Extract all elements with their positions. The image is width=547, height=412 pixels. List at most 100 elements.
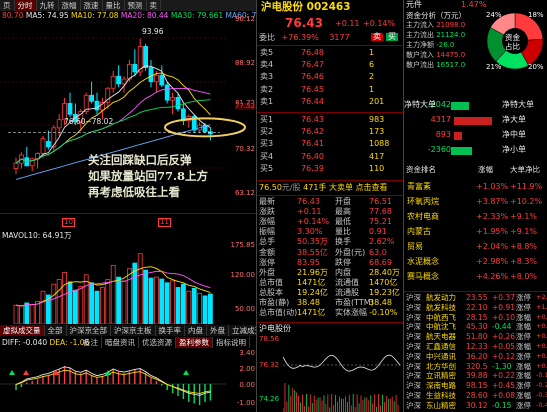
vol-tab-6[interactable]: 外盘	[207, 325, 229, 336]
tick-price: 45.30	[466, 322, 488, 332]
ma-legend-item: MA10: 77.08	[71, 11, 121, 20]
volume-bar	[202, 295, 208, 324]
sector-pct: +1.03%	[476, 182, 509, 191]
stat-label: 振幅	[259, 227, 275, 237]
tick-market: 沪深	[406, 371, 421, 381]
pie-pct-label: 20%	[528, 63, 544, 71]
order-level: 买2	[260, 127, 274, 137]
candle-body	[127, 63, 132, 80]
sector-row[interactable]: 贸易 +2.04% +8.8%	[404, 240, 547, 254]
tick-market: 沪深	[406, 293, 421, 302]
volume-bar	[180, 283, 186, 324]
fund-flow-value: -26.0	[434, 41, 455, 49]
tick-tag: 涨停	[516, 351, 531, 361]
sector-row[interactable]: 环氧丙烷 +3.87% +10.2%	[404, 195, 547, 209]
order-price: 76.40	[301, 151, 324, 161]
tick-change: +0.45	[492, 381, 515, 391]
top-tab-6[interactable]: 预测	[125, 0, 147, 11]
tick-price: 36.20	[466, 351, 488, 361]
tick-change: +0.37	[492, 293, 515, 302]
candle-body	[46, 141, 51, 148]
net-flow-name: 净特大单	[502, 100, 534, 109]
vol-tab-5[interactable]: 内盘	[185, 325, 207, 336]
macd-tabs: 备注 暗盘资讯 优选资源 盈利参数 指标说明	[80, 337, 250, 348]
top-tab-1[interactable]: 分时	[14, 0, 37, 11]
macd-tab-4[interactable]: 指标说明	[213, 337, 250, 348]
intraday-title: 沪电股份	[259, 324, 291, 333]
order-volume: 110	[369, 163, 385, 173]
stat-row: 总市值(动) 1471亿 实体涨幅 -0.10%	[257, 309, 403, 319]
top-tab-3[interactable]: 涨幅	[59, 0, 81, 11]
sell-button[interactable]: 卖	[371, 33, 383, 41]
stock-name: 沪电股份	[261, 1, 303, 13]
signal-arrow-icon	[9, 370, 15, 375]
macd-tab-3[interactable]: 盈利参数	[176, 337, 213, 348]
order-price: 76.44	[301, 96, 324, 106]
macd-chart[interactable]	[0, 350, 226, 412]
buy-order-row: 买5 76.39 110	[257, 164, 403, 174]
macd-tab-2[interactable]: 优选资源	[139, 337, 176, 348]
top-tab-4[interactable]: 涨速	[81, 0, 103, 11]
top-tab-5[interactable]: 量比	[103, 0, 125, 11]
macd-legend: DIFF: -0.040 DEA: -1.06	[2, 339, 89, 347]
signal-arrow-icon	[183, 370, 189, 375]
stat-label: 外盘	[259, 267, 275, 277]
top-tab-7[interactable]: 卖	[147, 0, 161, 11]
stat-value: 38.55亿	[297, 247, 328, 257]
sector-row[interactable]: 青富素 +1.03% +11.9%	[404, 180, 547, 194]
stock-title[interactable]: 沪电股份 002463	[261, 2, 351, 13]
tick-price: 98.15	[466, 381, 488, 391]
volume-bar	[18, 305, 24, 324]
sector-row[interactable]: 内蒙古 +1.95% +9.1%	[404, 225, 547, 239]
tick-name: 中航沈飞	[426, 322, 456, 332]
sector-header: 元件 1.47%	[406, 1, 545, 9]
stat-label: 市盈(TTM)	[335, 298, 374, 307]
sector-net: +8.3%	[510, 257, 538, 266]
volume-bar	[191, 287, 197, 324]
candle-body	[164, 84, 170, 101]
top-tab-0[interactable]: 页	[0, 0, 15, 11]
chart-top-tabs: 页分时 九转 涨幅 涨速 量比 预测卖	[0, 0, 256, 11]
tick-row: 沪深 东山精密 30.12 -0.15 涨停 -0.4	[404, 402, 547, 412]
stat-label: 流通股	[335, 287, 359, 297]
kline-panel[interactable]: 页分时 九转 涨幅 涨速 量比 预测卖 80.70 MA5: 74.95 MA10: 77…	[0, 0, 256, 412]
price-tick: 70.32	[234, 145, 255, 153]
tick-change: +0.22	[492, 371, 515, 381]
fund-flow-row: 主力流出 21124.0	[406, 32, 486, 39]
vol-tab-7[interactable]: 立减成交量	[229, 325, 256, 336]
top-tab-2[interactable]: 九转	[37, 0, 59, 11]
stat-value: 75.21	[369, 217, 392, 227]
volume-bar	[94, 290, 100, 324]
buy-button[interactable]: 买	[386, 33, 398, 41]
weibi-value: +76.39%	[281, 33, 319, 42]
vol-tab-4[interactable]: 换手率	[156, 325, 185, 336]
rank-col-pct: 涨幅	[478, 165, 493, 174]
macd-legend-item: DIFF: -0.040	[2, 338, 50, 347]
macd-tab-0[interactable]: 备注	[80, 337, 102, 348]
pie-pct-label: 21%	[486, 63, 502, 71]
tick-name: 深南电路	[426, 381, 456, 391]
vol-tab-2[interactable]: 沪深京全部	[67, 325, 111, 336]
macd-tab-1[interactable]: 暗盘资讯	[102, 337, 139, 348]
volume-chart[interactable]	[0, 240, 226, 324]
stat-value: 83.95	[297, 257, 320, 267]
sector-row[interactable]: 农村电商 +2.33% +9.1%	[404, 210, 547, 224]
stat-label: 金额	[259, 247, 275, 257]
tick-market: 沪深	[406, 381, 421, 391]
sector-name: 贸易	[407, 242, 423, 251]
tick-extra: +2.1	[536, 293, 547, 301]
volume-bar	[51, 283, 57, 324]
vol-tab-0[interactable]: 虚拟成交量	[0, 325, 45, 336]
sell-order-row: 卖5 76.48 1	[257, 48, 403, 58]
sector-row[interactable]: 水泥概念 +2.98% +8.3%	[404, 255, 547, 269]
vol-tab-3[interactable]: 沪深京主板	[111, 325, 156, 336]
sector-row[interactable]: 赛马概念 +4.26% +8.0%	[404, 270, 547, 284]
tick-list: 沪深航发动力23.55+0.37涨停+2.1沪深航发科技22.10+0.91涨停…	[404, 294, 547, 412]
intraday-chart[interactable]	[283, 334, 401, 412]
sell-order-row: 卖4 76.47 6	[257, 60, 403, 70]
sector-name: 赛马概念	[407, 272, 439, 281]
sector-net: +9.1%	[510, 212, 538, 221]
vol-tab-1[interactable]: 全部	[45, 325, 67, 336]
last-trade-line[interactable]: 76.50元/股 471手 大卖单 点击查看	[259, 184, 388, 192]
pie-pct-label: 18%	[528, 11, 544, 19]
